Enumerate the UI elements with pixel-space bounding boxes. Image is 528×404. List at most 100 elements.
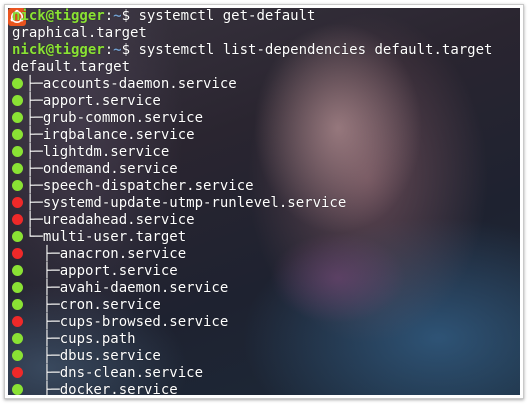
unit-row: ├─apport.service	[12, 93, 161, 110]
unit-row: ├─cups.path	[12, 331, 136, 348]
prompt-separator: :	[104, 42, 114, 58]
output-line: graphical.target	[12, 25, 147, 42]
tree-branch: ├─	[26, 127, 43, 143]
prompt-path: ~	[113, 42, 122, 58]
unit-row: ├─ureadahead.service	[12, 212, 195, 229]
prompt-user-host: nick@tigger	[12, 8, 105, 24]
unit-row: ├─accounts-daemon.service	[12, 76, 237, 93]
tree-branch: ├─	[42, 365, 60, 381]
unit-row: ├─docker.service	[12, 382, 178, 395]
unit-row: ├─grub-common.service	[12, 110, 203, 127]
tree-branch: ├─	[26, 110, 43, 126]
status-active-dot-icon	[12, 265, 23, 276]
status-inactive-dot-icon	[12, 214, 23, 225]
unit-row: ├─cron.service	[12, 297, 161, 314]
unit-row: ├─speech-dispatcher.service	[12, 178, 254, 195]
status-inactive-dot-icon	[12, 248, 23, 259]
output-line: default.target	[12, 59, 130, 76]
tree-branch: ├─	[42, 297, 60, 313]
prompt-path: ~	[113, 8, 122, 24]
status-active-dot-icon	[12, 146, 23, 157]
status-inactive-dot-icon	[12, 316, 23, 327]
prompt-user-host: nick@tigger	[12, 42, 105, 58]
unit-row: ├─apport.service	[12, 263, 178, 280]
unit-row: ├─cups-browsed.service	[12, 314, 228, 331]
unit-name: systemd-update-utmp-runlevel.service	[42, 195, 347, 211]
unit-row: └─multi-user.target	[12, 229, 186, 246]
status-active-dot-icon	[12, 333, 23, 344]
unit-name: dbus.service	[59, 348, 161, 364]
tree-branch: ├─	[42, 314, 60, 330]
unit-name: dns-clean.service	[59, 365, 204, 381]
status-active-dot-icon	[12, 384, 23, 395]
unit-name: apport.service	[42, 93, 161, 109]
unit-name: cups-browsed.service	[59, 314, 229, 330]
unit-row: ├─irqbalance.service	[12, 127, 195, 144]
unit-row: ├─ondemand.service	[12, 161, 178, 178]
status-active-dot-icon	[12, 95, 23, 106]
prompt-line: nick@tigger:~$ systemctl get-default	[12, 8, 315, 25]
unit-name: ondemand.service	[42, 161, 178, 177]
status-inactive-dot-icon	[12, 197, 23, 208]
status-active-dot-icon	[12, 350, 23, 361]
tree-branch: ├─	[26, 144, 43, 160]
unit-name: ureadahead.service	[42, 212, 195, 228]
prompt-symbol: $	[121, 42, 139, 58]
unit-name: grub-common.service	[42, 110, 204, 126]
unit-row: ├─dbus.service	[12, 348, 161, 365]
unit-name: apport.service	[59, 263, 178, 279]
status-active-dot-icon	[12, 163, 23, 174]
prompt-separator: :	[104, 8, 114, 24]
command-text: systemctl get-default	[138, 8, 316, 24]
prompt-symbol: $	[121, 8, 139, 24]
unit-row: ├─avahi-daemon.service	[12, 280, 228, 297]
tree-branch: ├─	[42, 382, 60, 395]
unit-name: irqbalance.service	[42, 127, 195, 143]
status-inactive-dot-icon	[12, 367, 23, 378]
unit-name: multi-user.target	[42, 229, 187, 245]
unit-row: ├─dns-clean.service	[12, 365, 203, 382]
unit-row: ├─lightdm.service	[12, 144, 169, 161]
tree-branch: ├─	[42, 246, 60, 262]
tree-branch: ├─	[42, 331, 60, 347]
status-active-dot-icon	[12, 282, 23, 293]
status-active-dot-icon	[12, 231, 23, 242]
unit-name: anacron.service	[59, 246, 187, 262]
prompt-line: nick@tigger:~$ systemctl list-dependenci…	[12, 42, 492, 59]
unit-name: speech-dispatcher.service	[42, 178, 254, 194]
unit-name: docker.service	[59, 382, 178, 395]
unit-name: lightdm.service	[42, 144, 170, 160]
tree-branch: ├─	[42, 348, 60, 364]
command-text: systemctl list-dependencies default.targ…	[138, 42, 493, 58]
tree-branch: ├─	[26, 93, 43, 109]
unit-row: ├─systemd-update-utmp-runlevel.service	[12, 195, 346, 212]
tree-branch: ├─	[26, 195, 43, 211]
status-active-dot-icon	[12, 78, 23, 89]
tree-branch: ├─	[42, 280, 60, 296]
tree-branch: ├─	[26, 161, 43, 177]
unit-name: cron.service	[59, 297, 161, 313]
unit-name: accounts-daemon.service	[42, 76, 237, 92]
status-active-dot-icon	[12, 112, 23, 123]
unit-name: avahi-daemon.service	[59, 280, 229, 296]
status-active-dot-icon	[12, 180, 23, 191]
status-active-dot-icon	[12, 299, 23, 310]
status-active-dot-icon	[12, 129, 23, 140]
tree-branch: └─	[26, 229, 43, 245]
tree-branch: ├─	[42, 263, 60, 279]
tree-branch: ├─	[26, 76, 43, 92]
unit-row: ├─anacron.service	[12, 246, 186, 263]
output-text: graphical.target	[12, 25, 147, 41]
tree-branch: ├─	[26, 212, 43, 228]
terminal-window[interactable]: nick@tigger:~$ systemctl get-default grap…	[8, 8, 520, 395]
output-text: default.target	[12, 59, 131, 75]
